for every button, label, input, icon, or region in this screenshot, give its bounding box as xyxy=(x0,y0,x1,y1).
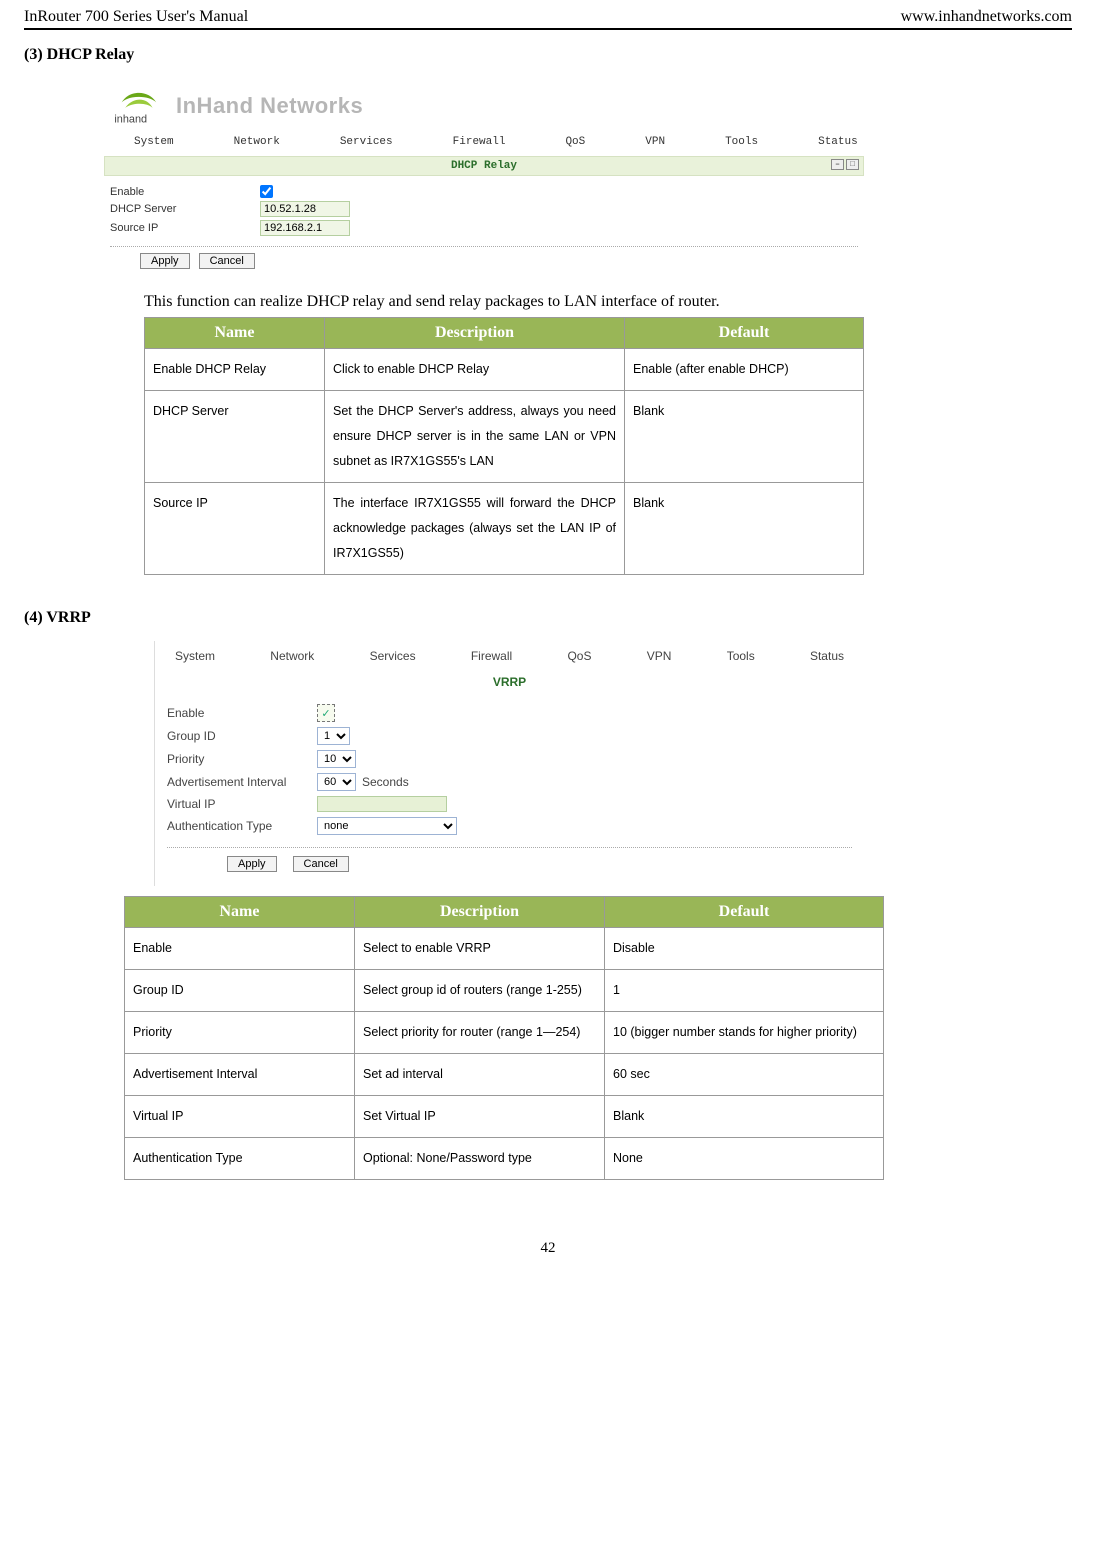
page-number: 42 xyxy=(24,1240,1072,1257)
nav2-system[interactable]: System xyxy=(175,649,215,663)
panel2-title: VRRP xyxy=(155,671,864,693)
inhand-logo-icon: inhand xyxy=(110,86,166,126)
priority-select[interactable]: 10 xyxy=(317,750,356,768)
th2-name: Name xyxy=(125,897,355,928)
apply-button[interactable]: Apply xyxy=(140,253,190,269)
source-ip-label: Source IP xyxy=(110,222,260,234)
nav-firewall[interactable]: Firewall xyxy=(423,136,536,148)
nav-tools[interactable]: Tools xyxy=(695,136,788,148)
th2-description: Description xyxy=(355,897,605,928)
vrrp-enable-checkbox[interactable]: ✓ xyxy=(317,704,335,722)
nav-network[interactable]: Network xyxy=(204,136,310,148)
logo-row: inhand InHand Networks xyxy=(104,78,864,130)
th-description: Description xyxy=(325,318,625,349)
table-row: Authentication Type Optional: None/Passw… xyxy=(125,1138,884,1180)
nav2-vpn[interactable]: VPN xyxy=(647,649,672,663)
section4-heading: (4) VRRP xyxy=(24,609,1072,627)
nav2-tools[interactable]: Tools xyxy=(727,649,755,663)
minimize-icon[interactable]: – xyxy=(831,159,844,170)
table-row: DHCP Server Set the DHCP Server's addres… xyxy=(145,391,864,483)
group-id-select[interactable]: 1 xyxy=(317,727,350,745)
table-row: Source IP The interface IR7X1GS55 will f… xyxy=(145,483,864,575)
nav2-status[interactable]: Status xyxy=(810,649,844,663)
nav2-services[interactable]: Services xyxy=(370,649,416,663)
dhcp-relay-screenshot: inhand InHand Networks System Network Se… xyxy=(104,78,1072,283)
nav-vpn[interactable]: VPN xyxy=(615,136,695,148)
section3-caption: This function can realize DHCP relay and… xyxy=(144,293,1072,311)
nav-status[interactable]: Status xyxy=(788,136,888,148)
table-row: Enable DHCP Relay Click to enable DHCP R… xyxy=(145,349,864,391)
svg-text:inhand: inhand xyxy=(114,113,147,125)
ad-interval-select[interactable]: 60 xyxy=(317,773,356,791)
virtual-ip-input[interactable] xyxy=(317,796,447,812)
dhcp-relay-table: Name Description Default Enable DHCP Rel… xyxy=(144,317,864,575)
vrrp-apply-button[interactable]: Apply xyxy=(227,856,277,872)
router-nav: System Network Services Firewall QoS VPN… xyxy=(104,130,864,156)
router-nav2: System Network Services Firewall QoS VPN… xyxy=(155,641,864,671)
nav-services[interactable]: Services xyxy=(310,136,423,148)
nav-qos[interactable]: QoS xyxy=(535,136,615,148)
source-ip-input[interactable] xyxy=(260,220,350,236)
header-left: InRouter 700 Series User's Manual xyxy=(24,8,248,26)
header-right: www.inhandnetworks.com xyxy=(901,8,1072,26)
nav2-firewall[interactable]: Firewall xyxy=(471,649,512,663)
panel-title-bar: DHCP Relay – □ xyxy=(104,156,864,176)
panel-title: DHCP Relay xyxy=(451,160,517,172)
dhcp-server-input[interactable] xyxy=(260,201,350,217)
enable-label: Enable xyxy=(110,186,260,198)
nav2-network[interactable]: Network xyxy=(270,649,314,663)
page-header: InRouter 700 Series User's Manual www.in… xyxy=(24,8,1072,30)
auth-type-select[interactable]: none xyxy=(317,817,457,835)
group-id-label: Group ID xyxy=(167,729,317,743)
virtual-ip-label: Virtual IP xyxy=(167,797,317,811)
table-row: Group ID Select group id of routers (ran… xyxy=(125,970,884,1012)
maximize-icon[interactable]: □ xyxy=(846,159,859,170)
auth-type-label: Authentication Type xyxy=(167,819,317,833)
table-row: Virtual IP Set Virtual IP Blank xyxy=(125,1096,884,1138)
vrrp-table: Name Description Default Enable Select t… xyxy=(124,896,884,1180)
th2-default: Default xyxy=(605,897,884,928)
vrrp-enable-label: Enable xyxy=(167,706,317,720)
cancel-button[interactable]: Cancel xyxy=(199,253,255,269)
table-row: Advertisement Interval Set ad interval 6… xyxy=(125,1054,884,1096)
th-name: Name xyxy=(145,318,325,349)
nav2-qos[interactable]: QoS xyxy=(567,649,591,663)
vrrp-cancel-button[interactable]: Cancel xyxy=(293,856,349,872)
ad-interval-unit: Seconds xyxy=(362,775,409,789)
nav-system[interactable]: System xyxy=(104,136,204,148)
section3-heading: (3) DHCP Relay xyxy=(24,46,1072,64)
th-default: Default xyxy=(625,318,864,349)
vrrp-screenshot: System Network Services Firewall QoS VPN… xyxy=(154,641,864,886)
table-row: Enable Select to enable VRRP Disable xyxy=(125,928,884,970)
priority-label: Priority xyxy=(167,752,317,766)
enable-checkbox[interactable] xyxy=(260,185,273,198)
logo-text: InHand Networks xyxy=(176,93,363,119)
dhcp-server-label: DHCP Server xyxy=(110,203,260,215)
ad-interval-label: Advertisement Interval xyxy=(167,775,317,789)
table-row: Priority Select priority for router (ran… xyxy=(125,1012,884,1054)
